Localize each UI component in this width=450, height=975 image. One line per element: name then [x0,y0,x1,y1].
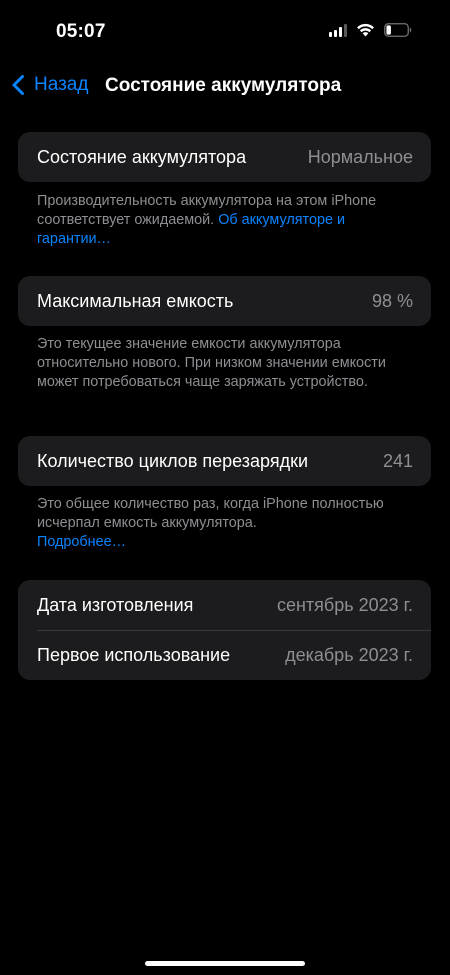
wifi-icon [356,23,375,37]
status-time: 05:07 [56,21,106,42]
battery-health-label: Состояние аккумулятора [37,146,247,167]
manufacture-date-value: сентябрь 2023 г. [276,594,413,615]
cycle-count-row: Количество циклов перезарядки 241 [18,436,431,486]
cycle-count-footer: Это общее количество раз, когда iPhone п… [37,495,417,552]
manufacture-date-label: Дата изготовления [37,594,194,615]
page-title: Состояние аккумулятора [105,75,342,96]
status-icons [329,23,412,37]
first-use-value: декабрь 2023 г. [285,644,413,665]
first-use-label: Первое использование [37,644,231,665]
signal-icon [329,23,347,37]
battery-health-footer: Производительность аккумулятора на этом … [37,192,417,249]
cycle-count-footer-text: Это общее количество раз, когда iPhone п… [37,496,384,531]
cycle-count-group: Количество циклов перезарядки 241 [18,436,431,486]
chevron-left-icon [12,75,24,95]
nav-bar: Назад Состояние аккумулятора [0,68,450,108]
battery-health-group: Состояние аккумулятора Нормальное [18,132,431,182]
max-capacity-value: 98 % [371,290,413,311]
cycle-count-label: Количество циклов перезарядки [37,450,309,471]
manufacture-date-row: Дата изготовления сентябрь 2023 г. [18,580,431,630]
dates-group: Дата изготовления сентябрь 2023 г. Перво… [18,580,431,680]
home-indicator[interactable] [145,961,305,966]
battery-health-value: Нормальное [307,146,413,167]
back-label: Назад [34,74,89,95]
status-bar: 05:07 [0,0,450,60]
max-capacity-row: Максимальная емкость 98 % [18,276,431,326]
cycle-count-value: 241 [382,450,413,471]
learn-more-link[interactable]: Подробнее… [37,534,126,550]
max-capacity-group: Максимальная емкость 98 % [18,276,431,326]
first-use-row: Первое использование декабрь 2023 г. [18,630,431,680]
max-capacity-label: Максимальная емкость [37,290,234,311]
max-capacity-footer: Это текущее значение емкости аккумулятор… [37,336,386,390]
battery-health-row: Состояние аккумулятора Нормальное [18,132,431,182]
battery-icon [384,23,412,37]
back-button[interactable]: Назад [10,74,88,96]
